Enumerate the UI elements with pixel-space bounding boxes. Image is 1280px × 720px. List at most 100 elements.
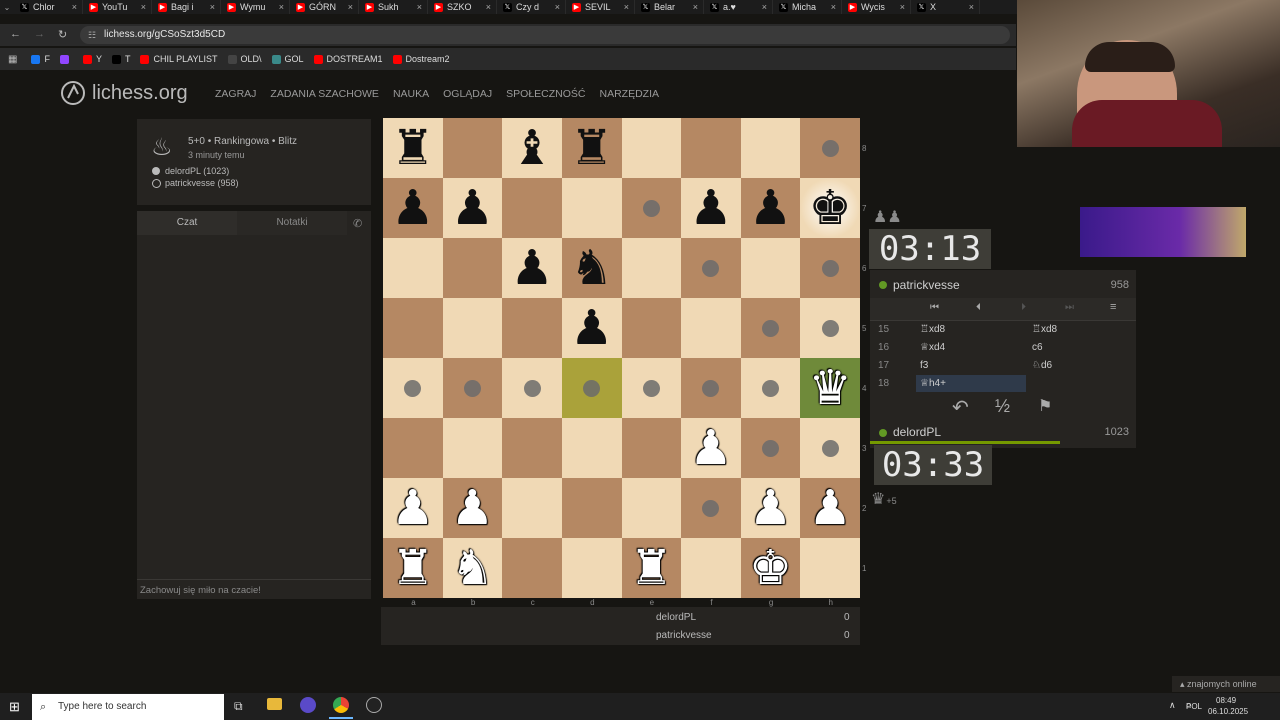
square-d1[interactable] bbox=[561, 538, 622, 598]
app-icon[interactable] bbox=[300, 697, 316, 713]
black-rook-icon[interactable]: ♜ bbox=[391, 124, 434, 172]
square-d5[interactable]: ♟ bbox=[561, 298, 622, 358]
white-pawn-icon[interactable]: ♟ bbox=[451, 484, 494, 532]
takeback-icon[interactable]: ↶ bbox=[952, 395, 969, 420]
tab-search-icon[interactable]: ⌄ bbox=[0, 3, 14, 12]
bookmark-item[interactable]: GOL bbox=[271, 54, 304, 64]
next-move-icon[interactable]: ⏵ bbox=[1021, 302, 1026, 313]
browser-tab[interactable]: 𝕏 Belar × bbox=[635, 0, 704, 14]
phone-icon[interactable]: ✆ bbox=[353, 217, 362, 230]
square-e2[interactable] bbox=[621, 478, 682, 538]
square-a2[interactable]: ♟ bbox=[383, 478, 443, 538]
tab-chat[interactable]: Czat bbox=[137, 211, 237, 235]
white-move[interactable]: ♕h4+ bbox=[920, 375, 946, 392]
square-f2[interactable] bbox=[681, 478, 741, 538]
square-b2[interactable]: ♟ bbox=[442, 478, 503, 538]
black-pawn-icon[interactable]: ♟ bbox=[749, 184, 792, 232]
square-b3[interactable] bbox=[442, 418, 503, 478]
square-c8[interactable]: ♝ bbox=[502, 118, 562, 178]
black-pawn-icon[interactable]: ♟ bbox=[391, 184, 434, 232]
bottom-player-name[interactable]: delordPL bbox=[893, 425, 941, 439]
tab-close-icon[interactable]: × bbox=[486, 2, 491, 12]
square-g3[interactable] bbox=[740, 418, 801, 478]
white-move[interactable]: ♕xd4 bbox=[920, 339, 945, 356]
black-pawn-icon[interactable]: ♟ bbox=[511, 244, 554, 292]
apps-grid-icon[interactable]: ▦ bbox=[8, 54, 17, 65]
white-move[interactable]: f3 bbox=[920, 357, 928, 374]
browser-tab[interactable]: 𝕏 Micha × bbox=[773, 0, 842, 14]
square-c6[interactable]: ♟ bbox=[502, 238, 562, 298]
square-d6[interactable]: ♞ bbox=[561, 238, 622, 298]
square-g4[interactable] bbox=[740, 358, 801, 418]
square-g5[interactable] bbox=[740, 298, 801, 358]
square-f1[interactable] bbox=[681, 538, 741, 598]
black-rook-icon[interactable]: ♜ bbox=[570, 124, 613, 172]
black-move[interactable]: ♖xd8 bbox=[1032, 321, 1057, 338]
square-h7[interactable]: ♚ bbox=[800, 178, 860, 238]
square-a1[interactable]: ♜ bbox=[383, 538, 443, 598]
windows-start-icon[interactable]: ⊞ bbox=[9, 699, 20, 715]
bookmark-item[interactable]: F bbox=[31, 54, 50, 64]
browser-tab[interactable]: ▶ Wycis × bbox=[842, 0, 911, 14]
menu-icon[interactable]: ≡ bbox=[1110, 301, 1116, 313]
white-king-icon[interactable]: ♚ bbox=[749, 544, 792, 592]
square-a8[interactable]: ♜ bbox=[383, 118, 443, 178]
move-hint-dot[interactable] bbox=[821, 139, 839, 157]
top-player-name[interactable]: patrickvesse bbox=[893, 278, 960, 292]
move-hint-dot[interactable] bbox=[642, 379, 660, 397]
square-g1[interactable]: ♚ bbox=[740, 538, 801, 598]
score-player1[interactable]: delordPL bbox=[656, 612, 696, 623]
square-c3[interactable] bbox=[502, 418, 562, 478]
white-knight-icon[interactable]: ♞ bbox=[451, 544, 494, 592]
square-a5[interactable] bbox=[383, 298, 443, 358]
square-c2[interactable] bbox=[502, 478, 562, 538]
browser-tab[interactable]: ▶ Sukh × bbox=[359, 0, 428, 14]
square-f8[interactable] bbox=[681, 118, 741, 178]
nav-nauka[interactable]: NAUKA bbox=[393, 88, 429, 100]
square-c7[interactable] bbox=[502, 178, 562, 238]
square-b7[interactable]: ♟ bbox=[442, 178, 503, 238]
bookmark-item[interactable] bbox=[59, 54, 73, 64]
move-hint-dot[interactable] bbox=[821, 259, 839, 277]
move-hint-dot[interactable] bbox=[463, 379, 481, 397]
move-hint-dot[interactable] bbox=[702, 379, 720, 397]
url-field[interactable]: ☷ lichess.org/gCSoSzt3d5CD bbox=[80, 26, 1010, 44]
nav-narzedzia[interactable]: NARZĘDZIA bbox=[600, 88, 660, 100]
bookmark-item[interactable]: CHIL PLAYLIST bbox=[140, 54, 218, 64]
white-pawn-icon[interactable]: ♟ bbox=[809, 484, 852, 532]
friends-online-button[interactable]: ▴ znajomych online bbox=[1172, 676, 1280, 692]
bookmark-item[interactable]: Dostream2 bbox=[392, 54, 450, 64]
task-view-icon[interactable]: ⧉ bbox=[234, 699, 243, 714]
browser-tab[interactable]: ▶ YouTu × bbox=[83, 0, 152, 14]
move-hint-dot[interactable] bbox=[702, 259, 720, 277]
square-b5[interactable] bbox=[442, 298, 503, 358]
square-a6[interactable] bbox=[383, 238, 443, 298]
square-d4[interactable] bbox=[561, 358, 622, 418]
site-info-icon[interactable]: ☷ bbox=[88, 26, 96, 44]
square-h6[interactable] bbox=[800, 238, 860, 298]
black-player-link[interactable]: patrickvesse (958) bbox=[165, 178, 239, 188]
offer-draw-icon[interactable]: ½ bbox=[995, 396, 1010, 417]
browser-tab[interactable]: 𝕏 Chlor × bbox=[14, 0, 83, 14]
chat-input[interactable]: Zachowuj się miło na czacie! bbox=[140, 585, 261, 596]
prev-move-icon[interactable]: ⏴ bbox=[976, 302, 981, 313]
black-pawn-icon[interactable]: ♟ bbox=[689, 184, 732, 232]
tab-close-icon[interactable]: × bbox=[348, 2, 353, 12]
browser-tab[interactable]: ▶ SZKO × bbox=[428, 0, 497, 14]
move-hint-dot[interactable] bbox=[583, 379, 601, 397]
nav-spolecznosc[interactable]: SPOŁECZNOŚĆ bbox=[506, 88, 585, 100]
browser-tab[interactable]: 𝕏 Czy d × bbox=[497, 0, 566, 14]
tab-close-icon[interactable]: × bbox=[141, 2, 146, 12]
forward-icon[interactable]: → bbox=[34, 28, 45, 40]
square-d8[interactable]: ♜ bbox=[561, 118, 622, 178]
square-e1[interactable]: ♜ bbox=[621, 538, 682, 598]
tab-close-icon[interactable]: × bbox=[762, 2, 767, 12]
square-b1[interactable]: ♞ bbox=[442, 538, 503, 598]
file-explorer-icon[interactable] bbox=[267, 698, 282, 710]
black-king-icon[interactable]: ♚ bbox=[809, 184, 852, 232]
move-hint-dot[interactable] bbox=[702, 499, 720, 517]
square-d2[interactable] bbox=[561, 478, 622, 538]
browser-tab[interactable]: ▶ Bagi i × bbox=[152, 0, 221, 14]
square-b6[interactable] bbox=[442, 238, 503, 298]
back-icon[interactable]: ← bbox=[10, 28, 21, 40]
